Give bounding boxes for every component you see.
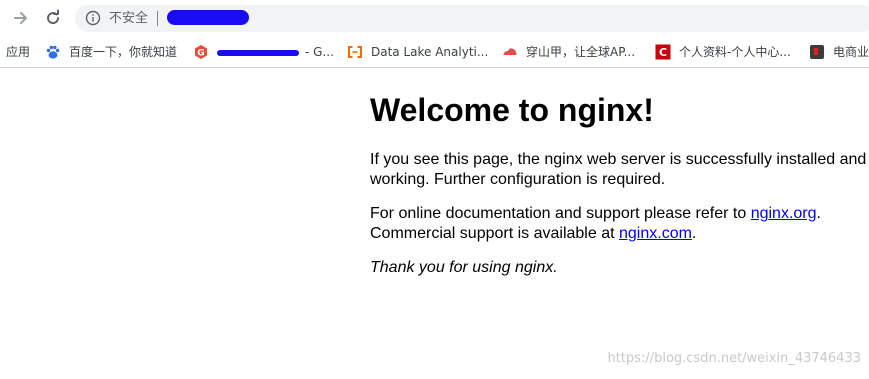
svg-text:C: C: [659, 46, 667, 59]
bookmark-label: - G...: [305, 44, 334, 59]
info-icon[interactable]: [85, 10, 101, 26]
reload-icon: [44, 9, 62, 27]
bookmark-csdn[interactable]: C 个人资料-个人中心...: [655, 36, 791, 67]
reload-button[interactable]: [40, 6, 66, 30]
arrow-right-icon: [12, 9, 30, 27]
page-title: Welcome to nginx!: [370, 92, 654, 128]
pangle-cloud-icon: [502, 44, 518, 60]
nginx-org-link[interactable]: nginx.org: [751, 205, 817, 222]
thank-you-text: Thank you for using nginx.: [370, 259, 558, 276]
bookmark-label: 电商业: [833, 45, 869, 59]
commercial-support-text: Commercial support is available at: [370, 225, 619, 242]
watermark: https://blog.csdn.net/weixin_43746433: [607, 351, 861, 366]
intro-paragraph: If you see this page, the nginx web serv…: [370, 151, 867, 188]
bookmark-shop[interactable]: 电商业: [809, 36, 869, 67]
commercial-support-period: .: [691, 225, 697, 242]
forward-button[interactable]: [8, 6, 34, 30]
security-status-label[interactable]: 不安全: [109, 9, 148, 28]
svg-text:G: G: [197, 48, 204, 58]
csdn-c-icon: C: [655, 44, 671, 60]
nginx-com-link[interactable]: nginx.com: [619, 225, 692, 242]
bookmark-redaction: [217, 49, 299, 56]
page-content: Welcome to nginx! If you see this page, …: [370, 90, 869, 278]
url-redaction: [167, 10, 249, 25]
support-text: For online documentation and support ple…: [370, 205, 751, 222]
bookmark-label: Data Lake Analyti...: [371, 44, 489, 59]
aliyun-bracket-icon: [347, 44, 363, 60]
bookmark-gitee[interactable]: G - G...: [193, 36, 334, 67]
support-paragraph: For online documentation and support ple…: [370, 204, 869, 244]
bookmark-label: 个人资料-个人中心...: [679, 45, 791, 59]
browser-toolbar: 不安全: [0, 0, 869, 36]
baidu-paw-icon: [45, 44, 61, 60]
bookmark-apps[interactable]: 应用: [6, 36, 30, 67]
shop-icon: [809, 44, 825, 60]
address-bar[interactable]: 不安全: [75, 5, 869, 32]
gitee-g-icon: G: [193, 44, 209, 60]
omnibox-divider: [157, 11, 158, 26]
bookmark-label: 百度一下，你就知道: [69, 45, 178, 59]
bookmarks-bar: 应用 百度一下，你就知道 G - G... Data Lake Analyti.…: [0, 36, 869, 68]
bookmark-data-lake[interactable]: Data Lake Analyti...: [347, 36, 488, 67]
bookmark-baidu[interactable]: 百度一下，你就知道: [45, 36, 177, 67]
support-text-period: .: [816, 205, 821, 222]
bookmark-label: 应用: [6, 45, 31, 59]
bookmark-pangle[interactable]: 穿山甲，让全球AP...: [502, 36, 635, 67]
bookmark-label: 穿山甲，让全球AP...: [526, 45, 636, 59]
